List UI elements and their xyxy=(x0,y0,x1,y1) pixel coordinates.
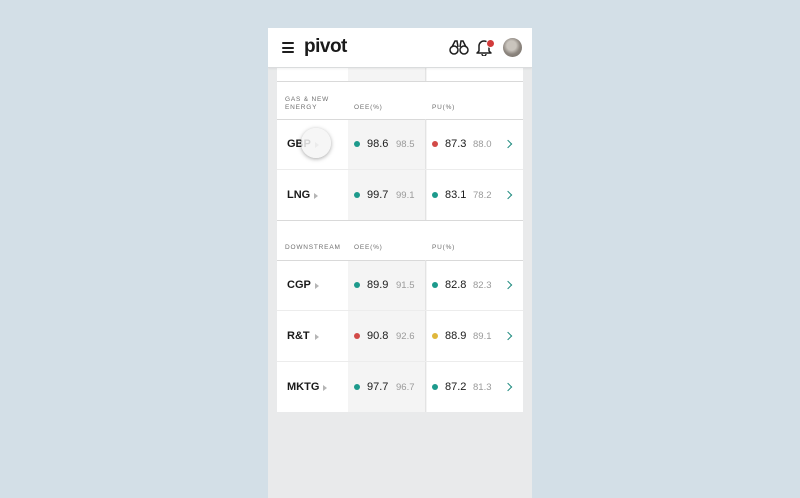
section-title: DOWNSTREAM xyxy=(285,244,341,251)
status-dot xyxy=(432,333,438,339)
table-row[interactable]: CGP 89.9 91.5 82.8 82.3 xyxy=(277,260,523,310)
touch-indicator xyxy=(301,128,331,158)
status-dot xyxy=(432,192,438,198)
expand-caret-icon[interactable] xyxy=(323,385,327,391)
table-row[interactable]: MKTG 97.7 96.7 87.2 81.3 xyxy=(277,362,523,412)
oee-previous: 96.7 xyxy=(396,382,415,393)
app-logo: pivot xyxy=(304,36,347,57)
app-bar: pivot xyxy=(268,28,532,68)
column-header-pu: PU(%) xyxy=(432,104,456,111)
status-dot xyxy=(354,333,360,339)
pu-previous: 82.3 xyxy=(473,280,492,291)
oee-value: 89.9 xyxy=(367,279,389,291)
status-dot xyxy=(432,282,438,288)
oee-previous: 91.5 xyxy=(396,280,415,291)
pu-value: 82.8 xyxy=(445,279,467,291)
chevron-right-icon[interactable] xyxy=(503,382,513,392)
pu-value: 87.2 xyxy=(445,381,467,393)
section-title: GAS & NEW ENERGY xyxy=(285,96,330,111)
chevron-right-icon[interactable] xyxy=(503,139,513,149)
pu-previous: 81.3 xyxy=(473,382,492,393)
column-header-pu: PU(%) xyxy=(432,244,456,251)
section-header: DOWNSTREAM OEE(%) PU(%) xyxy=(277,220,523,261)
chevron-right-icon[interactable] xyxy=(503,331,513,341)
pu-previous: 88.0 xyxy=(473,139,492,150)
pu-previous: 78.2 xyxy=(473,190,492,201)
expand-caret-icon[interactable] xyxy=(315,283,319,289)
chevron-right-icon[interactable] xyxy=(503,280,513,290)
section-downstream: DOWNSTREAM OEE(%) PU(%) CGP 89.9 91.5 82… xyxy=(277,220,523,412)
notification-badge xyxy=(486,39,495,48)
status-dot xyxy=(432,141,438,147)
chevron-right-icon[interactable] xyxy=(503,190,513,200)
binoculars-icon[interactable] xyxy=(449,39,469,55)
status-dot xyxy=(354,384,360,390)
row-name: MKTG xyxy=(287,381,320,393)
pu-previous: 89.1 xyxy=(473,331,492,342)
oee-value: 98.6 xyxy=(367,138,389,150)
menu-icon[interactable] xyxy=(282,42,294,53)
pu-value: 83.1 xyxy=(445,189,467,201)
oee-previous: 92.6 xyxy=(396,331,415,342)
row-name: LNG xyxy=(287,189,311,201)
status-dot xyxy=(354,141,360,147)
oee-value: 90.8 xyxy=(367,330,389,342)
expand-caret-icon[interactable] xyxy=(315,334,319,340)
row-name: R&T xyxy=(287,330,310,342)
oee-previous: 98.5 xyxy=(396,139,415,150)
column-header-oee: OEE(%) xyxy=(354,104,383,111)
row-name: CGP xyxy=(287,279,311,291)
section-header: GAS & NEW ENERGY OEE(%) PU(%) xyxy=(277,81,523,120)
status-dot xyxy=(354,282,360,288)
oee-previous: 99.1 xyxy=(396,190,415,201)
expand-caret-icon[interactable] xyxy=(314,193,318,199)
oee-value: 99.7 xyxy=(367,189,389,201)
table-row[interactable]: LNG 99.7 99.1 83.1 78.2 xyxy=(277,170,523,220)
status-dot xyxy=(354,192,360,198)
phone-screen: pivot GAS & NEW ENERGY OEE(%) PU(%) GBP xyxy=(268,28,532,498)
status-dot xyxy=(432,384,438,390)
previous-section-tail xyxy=(277,67,523,81)
pu-value: 88.9 xyxy=(445,330,467,342)
oee-value: 97.7 xyxy=(367,381,389,393)
table-row[interactable]: R&T 90.8 92.6 88.9 89.1 xyxy=(277,311,523,361)
pu-value: 87.3 xyxy=(445,138,467,150)
avatar[interactable] xyxy=(503,38,522,57)
column-header-oee: OEE(%) xyxy=(354,244,383,251)
